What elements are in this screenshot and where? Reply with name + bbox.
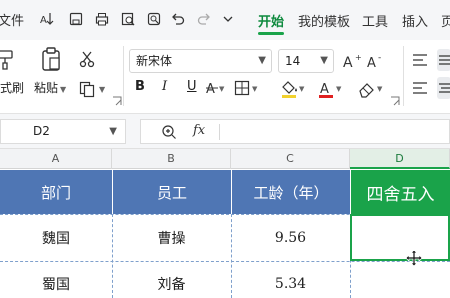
font-size-select[interactable]: 14 ▼ bbox=[278, 49, 334, 73]
chevron-down-icon[interactable] bbox=[220, 11, 236, 27]
save-icon[interactable] bbox=[68, 11, 84, 27]
font-name-select[interactable]: 新宋体 ▼ bbox=[129, 49, 272, 73]
decrease-font-icon[interactable]: A- bbox=[366, 52, 386, 70]
svg-text:+: + bbox=[355, 53, 362, 62]
paste-button[interactable]: 粘贴 ▼ bbox=[34, 79, 66, 96]
undo-icon[interactable] bbox=[170, 11, 186, 27]
svg-text:A: A bbox=[206, 82, 215, 96]
increase-font-icon[interactable]: A + bbox=[342, 52, 362, 70]
copy-dropdown-caret[interactable]: ▼ bbox=[99, 85, 105, 94]
format-painter-icon[interactable] bbox=[0, 48, 16, 70]
font-name-value: 新宋体 bbox=[136, 54, 173, 68]
table-cell-c3[interactable]: 5.34 bbox=[231, 262, 350, 298]
copy-icon[interactable] bbox=[78, 80, 96, 98]
svg-text:▼: ▼ bbox=[377, 85, 383, 93]
active-tab-indicator bbox=[258, 32, 284, 35]
svg-text:-: - bbox=[378, 53, 381, 63]
name-box[interactable]: D2 ▼ bbox=[0, 119, 126, 144]
clear-format-icon[interactable]: ▼ bbox=[356, 79, 386, 99]
table-cell-b3[interactable]: 刘备 bbox=[112, 262, 231, 298]
chevron-down-icon: ▼ bbox=[109, 126, 117, 137]
redo-icon[interactable] bbox=[196, 11, 212, 27]
svg-text:A: A bbox=[343, 55, 353, 70]
svg-text:▼: ▼ bbox=[252, 85, 258, 93]
svg-text:A: A bbox=[367, 56, 376, 70]
paste-label: 粘贴 bbox=[34, 81, 59, 95]
italic-button[interactable]: I bbox=[162, 79, 167, 94]
table-cell-c2[interactable]: 9.56 bbox=[231, 214, 350, 261]
svg-text:A: A bbox=[40, 15, 47, 26]
svg-text:▼: ▼ bbox=[336, 85, 342, 93]
align-left-icon[interactable] bbox=[411, 80, 429, 96]
cut-icon[interactable] bbox=[78, 50, 96, 68]
clipboard-launcher-icon[interactable] bbox=[112, 96, 122, 106]
grid-line bbox=[0, 261, 450, 262]
svg-text:A: A bbox=[320, 82, 329, 97]
table-cell-a3[interactable]: 蜀国 bbox=[0, 262, 112, 298]
format-painter-label[interactable]: 式刷 bbox=[0, 79, 24, 96]
bold-button[interactable]: B bbox=[135, 79, 145, 94]
column-header-d[interactable]: D bbox=[350, 149, 450, 169]
formula-input-area: fx bbox=[140, 119, 450, 144]
grid-line bbox=[112, 214, 113, 298]
file-menu[interactable]: 文件 bbox=[0, 10, 24, 29]
header-cell-rounding[interactable]: 四舍五入 bbox=[351, 170, 450, 214]
chevron-down-icon: ▼ bbox=[320, 55, 328, 66]
tab-my-templates[interactable]: 我的模板 bbox=[298, 11, 350, 30]
column-header-b[interactable]: B bbox=[112, 149, 231, 169]
ribbon-separator bbox=[403, 46, 404, 106]
paste-icon[interactable] bbox=[40, 46, 62, 72]
formula-bar: D2 ▼ fx bbox=[0, 114, 450, 149]
grid-line bbox=[231, 214, 232, 298]
tab-page[interactable]: 页 bbox=[441, 11, 450, 30]
tab-home[interactable]: 开始 bbox=[258, 11, 284, 30]
active-cell-selection[interactable] bbox=[350, 214, 450, 261]
print-icon[interactable] bbox=[94, 11, 110, 27]
column-header-c[interactable]: C bbox=[231, 149, 350, 169]
font-color-icon[interactable]: A ▼ bbox=[318, 79, 346, 99]
sort-icon[interactable]: A bbox=[40, 11, 56, 27]
align-center-icon[interactable] bbox=[437, 77, 450, 99]
tab-tools[interactable]: 工具 bbox=[362, 11, 388, 30]
grid-line bbox=[231, 170, 232, 214]
font-size-value: 14 bbox=[285, 54, 301, 68]
formula-separator bbox=[219, 124, 220, 140]
strikethrough-icon[interactable]: A ▼ bbox=[206, 80, 228, 96]
header-cell-employee[interactable]: 员工 bbox=[113, 170, 231, 214]
chevron-down-icon: ▼ bbox=[258, 55, 266, 66]
grid-line bbox=[112, 170, 113, 214]
ribbon: 式刷 粘贴 ▼ ▼ 新宋体 ▼ 14 ▼ A + A- B I U A ▼ ▼ ▼ bbox=[0, 40, 450, 114]
svg-text:▼: ▼ bbox=[299, 85, 305, 93]
underline-button[interactable]: U bbox=[187, 79, 197, 94]
menu-bar: 文件 A 开始 我的模板 工具 插入 页 bbox=[0, 0, 450, 40]
align-middle-icon[interactable] bbox=[437, 49, 450, 71]
column-headers: A B C D bbox=[0, 149, 450, 169]
header-cell-department[interactable]: 部门 bbox=[0, 170, 112, 214]
print-preview-icon[interactable] bbox=[120, 11, 136, 27]
move-cursor-icon bbox=[405, 249, 423, 267]
function-wizard-button[interactable]: fx bbox=[193, 123, 205, 138]
fill-color-icon[interactable]: ▼ bbox=[280, 79, 308, 99]
ribbon-separator bbox=[123, 46, 124, 106]
zoom-search-icon[interactable] bbox=[161, 124, 177, 140]
table-cell-d3[interactable] bbox=[350, 262, 450, 298]
cell-reference: D2 bbox=[33, 124, 50, 138]
svg-text:▼: ▼ bbox=[219, 85, 225, 93]
tab-insert[interactable]: 插入 bbox=[402, 11, 428, 30]
column-header-a[interactable]: A bbox=[0, 149, 112, 169]
find-icon[interactable] bbox=[146, 11, 162, 27]
align-top-icon[interactable] bbox=[411, 52, 429, 68]
table-cell-b2[interactable]: 曹操 bbox=[112, 214, 231, 261]
borders-icon[interactable]: ▼ bbox=[234, 80, 264, 96]
table-cell-a2[interactable]: 魏国 bbox=[0, 214, 112, 261]
font-launcher-icon[interactable] bbox=[390, 96, 400, 106]
header-cell-seniority[interactable]: 工龄（年） bbox=[232, 170, 350, 214]
grid-line bbox=[350, 170, 351, 214]
